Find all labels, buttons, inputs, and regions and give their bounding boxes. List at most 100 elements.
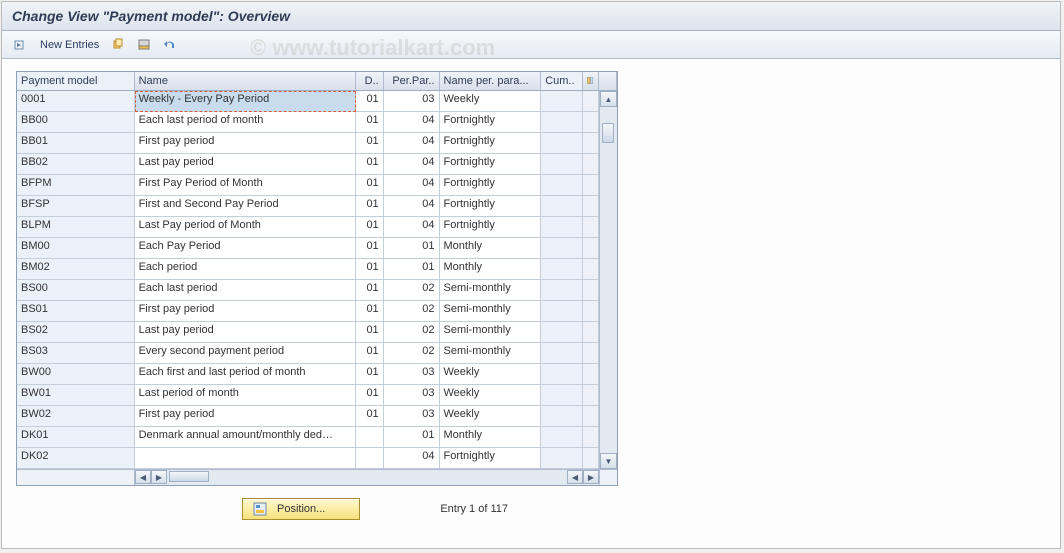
table-row[interactable]: BM02Each period0101Monthly bbox=[17, 259, 599, 280]
cell-cum[interactable] bbox=[541, 91, 583, 112]
cell-cum[interactable] bbox=[541, 112, 583, 133]
cell-name[interactable]: Last pay period bbox=[135, 154, 356, 175]
cell-name[interactable]: First Pay Period of Month bbox=[135, 175, 356, 196]
cell-name[interactable]: First pay period bbox=[135, 406, 356, 427]
cell-per-par[interactable]: 02 bbox=[384, 343, 440, 364]
cell-name[interactable]: Denmark annual amount/monthly ded… bbox=[135, 427, 356, 448]
cell-cum[interactable] bbox=[541, 217, 583, 238]
cell-per-par[interactable]: 04 bbox=[384, 196, 440, 217]
cell-payment-model[interactable]: BS03 bbox=[17, 343, 135, 364]
table-row[interactable]: BS02Last pay period0102Semi-monthly bbox=[17, 322, 599, 343]
hscroll-thumb[interactable] bbox=[169, 471, 209, 482]
cell-name-per-para[interactable]: Semi-monthly bbox=[440, 301, 542, 322]
cell-name-per-para[interactable]: Fortnightly bbox=[440, 112, 542, 133]
cell-name[interactable]: Last Pay period of Month bbox=[135, 217, 356, 238]
cell-d[interactable]: 01 bbox=[356, 133, 384, 154]
cell-name-per-para[interactable]: Semi-monthly bbox=[440, 343, 542, 364]
cell-d[interactable]: 01 bbox=[356, 280, 384, 301]
cell-d[interactable]: 01 bbox=[356, 343, 384, 364]
cell-d[interactable]: 01 bbox=[356, 175, 384, 196]
col-header-cum[interactable]: Cum.. bbox=[541, 72, 583, 90]
cell-d[interactable]: 01 bbox=[356, 406, 384, 427]
col-header-d[interactable]: D.. bbox=[356, 72, 384, 90]
cell-per-par[interactable]: 03 bbox=[384, 364, 440, 385]
cell-name[interactable]: First and Second Pay Period bbox=[135, 196, 356, 217]
hscroll-left-button-2[interactable]: ◀ bbox=[567, 470, 583, 484]
cell-d[interactable]: 01 bbox=[356, 217, 384, 238]
cell-name-per-para[interactable]: Fortnightly bbox=[440, 175, 542, 196]
cell-name-per-para[interactable]: Fortnightly bbox=[440, 217, 542, 238]
cell-name-per-para[interactable]: Weekly bbox=[440, 91, 542, 112]
cell-name-per-para[interactable]: Monthly bbox=[440, 259, 542, 280]
cell-cum[interactable] bbox=[541, 448, 583, 469]
cell-payment-model[interactable]: BFPM bbox=[17, 175, 135, 196]
cell-name-per-para[interactable]: Fortnightly bbox=[440, 448, 542, 469]
cell-per-par[interactable]: 03 bbox=[384, 91, 440, 112]
col-header-name[interactable]: Name bbox=[135, 72, 356, 90]
cell-per-par[interactable]: 04 bbox=[384, 133, 440, 154]
undo-icon[interactable] bbox=[161, 36, 181, 54]
cell-name[interactable]: Each last period bbox=[135, 280, 356, 301]
cell-per-par[interactable]: 01 bbox=[384, 259, 440, 280]
cell-per-par[interactable]: 04 bbox=[384, 112, 440, 133]
table-row[interactable]: BB02Last pay period0104Fortnightly bbox=[17, 154, 599, 175]
vertical-scrollbar[interactable]: ▲ ▼ bbox=[599, 91, 617, 469]
cell-cum[interactable] bbox=[541, 427, 583, 448]
cell-name[interactable]: Weekly - Every Pay Period bbox=[135, 91, 356, 112]
cell-per-par[interactable]: 04 bbox=[384, 154, 440, 175]
cell-payment-model[interactable]: BLPM bbox=[17, 217, 135, 238]
cell-payment-model[interactable]: 0001 bbox=[17, 91, 135, 112]
cell-cum[interactable] bbox=[541, 322, 583, 343]
cell-name-per-para[interactable]: Weekly bbox=[440, 406, 542, 427]
cell-cum[interactable] bbox=[541, 343, 583, 364]
cell-cum[interactable] bbox=[541, 385, 583, 406]
cell-cum[interactable] bbox=[541, 259, 583, 280]
scroll-thumb[interactable] bbox=[602, 123, 614, 143]
cell-name[interactable]: Each Pay Period bbox=[135, 238, 356, 259]
cell-d[interactable] bbox=[356, 448, 384, 469]
cell-per-par[interactable]: 02 bbox=[384, 280, 440, 301]
cell-cum[interactable] bbox=[541, 196, 583, 217]
cell-name[interactable]: Last pay period bbox=[135, 322, 356, 343]
cell-per-par[interactable]: 04 bbox=[384, 175, 440, 196]
cell-per-par[interactable]: 02 bbox=[384, 301, 440, 322]
cell-name-per-para[interactable]: Fortnightly bbox=[440, 154, 542, 175]
cell-d[interactable]: 01 bbox=[356, 112, 384, 133]
table-row[interactable]: 0001Weekly - Every Pay Period0103Weekly bbox=[17, 91, 599, 112]
cell-name-per-para[interactable]: Weekly bbox=[440, 364, 542, 385]
cell-d[interactable]: 01 bbox=[356, 364, 384, 385]
cell-payment-model[interactable]: BS02 bbox=[17, 322, 135, 343]
table-row[interactable]: BS00Each last period0102Semi-monthly bbox=[17, 280, 599, 301]
cell-payment-model[interactable]: DK02 bbox=[17, 448, 135, 469]
cell-per-par[interactable]: 01 bbox=[384, 427, 440, 448]
cell-payment-model[interactable]: BS00 bbox=[17, 280, 135, 301]
cell-d[interactable] bbox=[356, 427, 384, 448]
cell-name[interactable]: Each period bbox=[135, 259, 356, 280]
cell-cum[interactable] bbox=[541, 364, 583, 385]
col-header-name-per-para[interactable]: Name per. para... bbox=[440, 72, 542, 90]
cell-name-per-para[interactable]: Semi-monthly bbox=[440, 280, 542, 301]
expand-toggle-icon[interactable] bbox=[10, 36, 30, 54]
cell-name[interactable]: Each first and last period of month bbox=[135, 364, 356, 385]
copy-icon[interactable] bbox=[109, 36, 129, 54]
cell-payment-model[interactable]: BB01 bbox=[17, 133, 135, 154]
cell-name-per-para[interactable]: Weekly bbox=[440, 385, 542, 406]
cell-cum[interactable] bbox=[541, 238, 583, 259]
hscroll-right-button[interactable]: ▶ bbox=[151, 470, 167, 484]
cell-cum[interactable] bbox=[541, 133, 583, 154]
table-row[interactable]: BB01First pay period0104Fortnightly bbox=[17, 133, 599, 154]
cell-cum[interactable] bbox=[541, 154, 583, 175]
cell-cum[interactable] bbox=[541, 280, 583, 301]
cell-d[interactable]: 01 bbox=[356, 154, 384, 175]
cell-d[interactable]: 01 bbox=[356, 91, 384, 112]
hscroll-left-button[interactable]: ◀ bbox=[135, 470, 151, 484]
cell-per-par[interactable]: 01 bbox=[384, 238, 440, 259]
cell-name-per-para[interactable]: Fortnightly bbox=[440, 133, 542, 154]
table-row[interactable]: BS03Every second payment period0102Semi-… bbox=[17, 343, 599, 364]
hscroll-right-button-2[interactable]: ▶ bbox=[583, 470, 599, 484]
table-row[interactable]: BW02First pay period0103Weekly bbox=[17, 406, 599, 427]
new-entries-button[interactable]: New Entries bbox=[36, 37, 103, 53]
cell-payment-model[interactable]: BFSP bbox=[17, 196, 135, 217]
table-row[interactable]: BS01First pay period0102Semi-monthly bbox=[17, 301, 599, 322]
cell-name-per-para[interactable]: Fortnightly bbox=[440, 196, 542, 217]
